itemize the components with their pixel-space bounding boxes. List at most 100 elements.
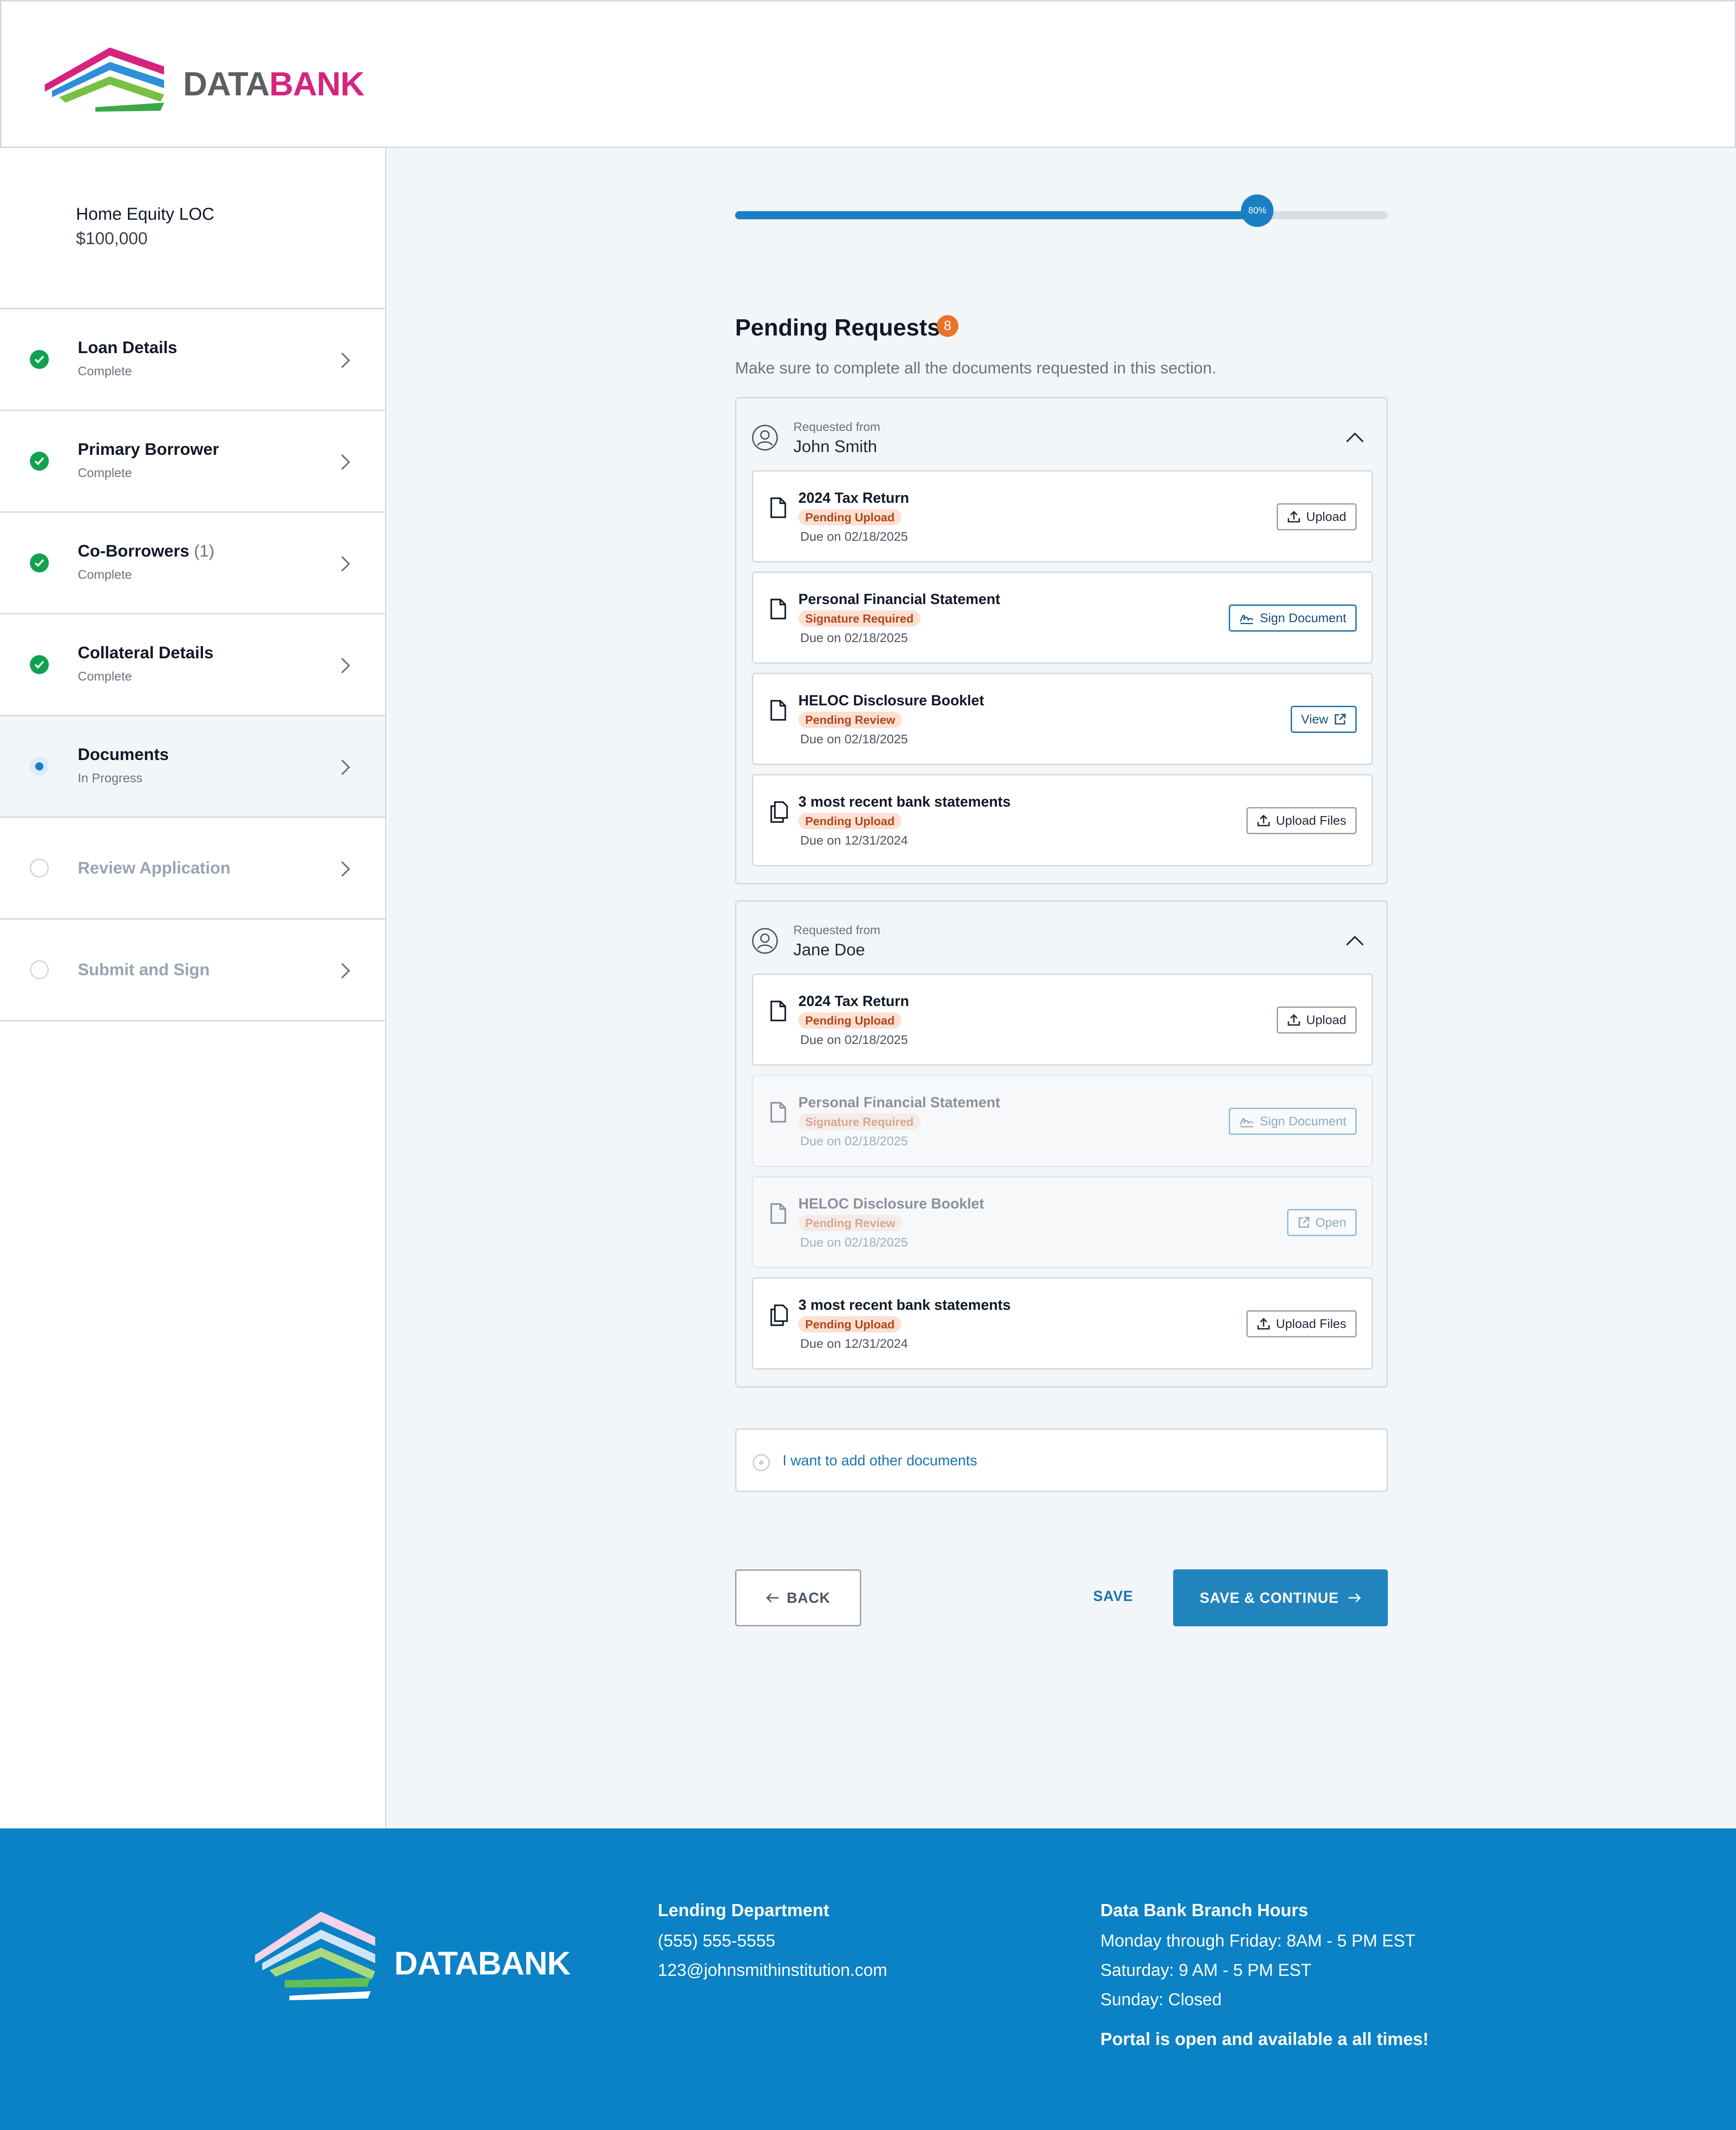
chevron-right-icon [341, 556, 350, 572]
document-title: 3 most recent bank statements [798, 793, 1011, 810]
lending-department-info: Lending Department (555) 555-5555 123@jo… [658, 1901, 887, 1990]
step-title: Loan Details [78, 338, 177, 357]
documents-stack-icon [770, 1304, 788, 1326]
view-button[interactable]: View [1290, 706, 1357, 733]
lending-phone[interactable]: (555) 555-5555 [658, 1932, 887, 1951]
lending-title: Lending Department [658, 1901, 830, 1920]
due-date: Due on 02/18/2025 [800, 732, 908, 746]
add-other-documents-label[interactable]: I want to add other documents [783, 1452, 977, 1469]
footer: DATABANK Lending Department (555) 555-55… [0, 1828, 1736, 2130]
branch-hours-info: Data Bank Branch Hours Monday through Fr… [1100, 1901, 1429, 2050]
main-content: 80% Pending Requests 8 Make sure to comp… [388, 148, 1736, 1828]
document-icon [770, 1001, 786, 1021]
status-badge: Pending Upload [798, 813, 901, 829]
header: DATABANK [0, 0, 1736, 148]
in-progress-dot-icon [30, 757, 49, 776]
status-badge: Signature Required [798, 610, 920, 627]
pending-count-badge: 8 [937, 315, 958, 337]
databank-logo[interactable]: DATABANK [42, 45, 364, 113]
chevron-up-icon[interactable] [1345, 431, 1365, 444]
upload-button[interactable]: Upload [1277, 1006, 1357, 1034]
footer-wordmark: DATABANK [394, 1946, 571, 1982]
document-title: 3 most recent bank statements [798, 1297, 1011, 1313]
status-badge: Pending Review [798, 712, 902, 728]
external-link-icon [1335, 713, 1346, 725]
pending-requests-description: Make sure to complete all the documents … [735, 359, 1217, 377]
document-item: 3 most recent bank statements Pending Up… [752, 1277, 1373, 1370]
document-title: 2024 Tax Return [798, 490, 909, 506]
due-date: Due on 02/18/2025 [800, 1134, 908, 1148]
step-status: Complete [78, 567, 132, 581]
requested-from-label: Requested from [793, 923, 881, 937]
step-status: Complete [78, 466, 132, 480]
footer-logo[interactable]: DATABANK [253, 1910, 571, 2027]
databank-logo-mark-icon [255, 1912, 375, 2000]
open-button[interactable]: Open [1287, 1209, 1357, 1236]
step-title: Primary Borrower [78, 440, 219, 458]
document-title: HELOC Disclosure Booklet [798, 692, 984, 708]
save-button[interactable]: SAVE [1093, 1588, 1133, 1605]
due-date: Due on 02/18/2025 [800, 1033, 908, 1047]
upload-files-button[interactable]: Upload Files [1246, 807, 1357, 834]
co-borrower-count: (1) [193, 542, 215, 560]
chevron-right-icon [341, 963, 350, 979]
step-title: Submit and Sign [78, 960, 210, 979]
step-status: Complete [78, 364, 132, 378]
status-badge: Pending Upload [798, 1012, 901, 1029]
document-item: 2024 Tax Return Pending Upload Due on 02… [752, 973, 1373, 1066]
step-title: Collateral Details [78, 643, 214, 662]
empty-circle-icon [30, 960, 49, 979]
document-icon [770, 599, 786, 619]
chevron-right-icon [341, 352, 350, 368]
arrow-right-icon [1349, 1593, 1361, 1603]
document-item: 3 most recent bank statements Pending Up… [752, 774, 1373, 866]
portal-availability-note: Portal is open and available a all times… [1100, 2030, 1429, 2049]
chevron-right-icon [341, 759, 350, 775]
chevron-right-icon [341, 454, 350, 470]
databank-logo-mark-icon [45, 47, 164, 112]
sidebar-item-primary-borrower[interactable]: Primary Borrower Complete [0, 411, 385, 513]
sign-document-button[interactable]: Sign Document [1228, 605, 1357, 632]
step-status: Complete [78, 669, 132, 683]
step-title: Co-Borrowers (1) [78, 542, 215, 560]
progress-indicator: 80% [1241, 194, 1274, 227]
check-circle-icon [30, 553, 49, 572]
upload-button[interactable]: Upload [1277, 503, 1357, 530]
sidebar-item-review-application[interactable]: Review Application [0, 818, 385, 920]
sidebar-item-collateral-details[interactable]: Collateral Details Complete [0, 614, 385, 716]
check-circle-icon [30, 350, 49, 369]
requested-from-label: Requested from [793, 420, 881, 434]
chevron-up-icon[interactable] [1345, 934, 1365, 947]
sidebar-item-documents[interactable]: Documents In Progress [0, 716, 385, 818]
pending-requests-title: Pending Requests [735, 315, 940, 341]
external-link-icon [1298, 1217, 1309, 1228]
request-group-jane-doe: Requested from Jane Doe 2024 Tax Return … [735, 900, 1388, 1388]
due-date: Due on 12/31/2024 [800, 833, 908, 847]
due-date: Due on 02/18/2025 [800, 631, 908, 645]
document-item: 2024 Tax Return Pending Upload Due on 02… [752, 470, 1373, 562]
due-date: Due on 02/18/2025 [800, 1235, 908, 1249]
user-avatar-icon [752, 928, 778, 954]
upload-files-button[interactable]: Upload Files [1246, 1310, 1357, 1337]
add-other-documents-option[interactable]: I want to add other documents [735, 1428, 1388, 1492]
radio-icon[interactable] [753, 1454, 770, 1471]
step-status: In Progress [78, 771, 143, 785]
document-item-disabled: Personal Financial Statement Signature R… [752, 1075, 1373, 1167]
sidebar-item-loan-details[interactable]: Loan Details Complete [0, 309, 385, 411]
sidebar-item-submit-and-sign[interactable]: Submit and Sign [0, 920, 385, 1021]
document-icon [770, 1203, 786, 1224]
due-date: Due on 12/31/2024 [800, 1337, 908, 1351]
upload-icon [1288, 1014, 1300, 1026]
requester-name: John Smith [793, 437, 877, 456]
document-title: 2024 Tax Return [798, 993, 909, 1009]
signature-icon [1240, 1118, 1254, 1128]
status-badge: Signature Required [798, 1114, 920, 1130]
sign-document-button[interactable]: Sign Document [1228, 1108, 1357, 1135]
save-and-continue-button[interactable]: SAVE & CONTINUE [1173, 1569, 1388, 1626]
back-button[interactable]: BACK [735, 1569, 861, 1626]
documents-stack-icon [770, 801, 788, 823]
lending-email[interactable]: 123@johnsmithinstitution.com [658, 1961, 887, 1980]
loan-amount: $100,000 [76, 229, 148, 248]
step-title: Documents [78, 745, 169, 764]
sidebar-item-co-borrowers[interactable]: Co-Borrowers (1) Complete [0, 513, 385, 614]
